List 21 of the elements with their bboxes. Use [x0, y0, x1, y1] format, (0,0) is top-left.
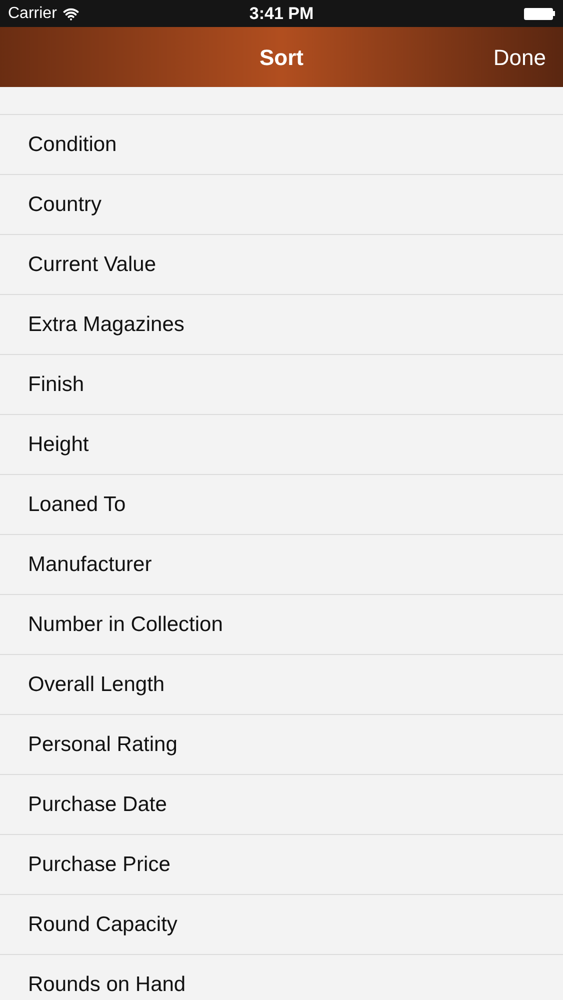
sort-option[interactable]: Rounds on Hand	[28, 968, 186, 1000]
nav-title: Sort	[260, 44, 304, 72]
status-time: 3:41 PM	[249, 2, 314, 25]
sort-option[interactable]: Number in Collection	[28, 608, 223, 640]
sort-option[interactable]: Round Capacity	[28, 908, 178, 940]
sort-option[interactable]: Country	[28, 188, 102, 220]
sort-option[interactable]: Manufacturer	[28, 548, 152, 580]
sort-option[interactable]: Loaned To	[28, 488, 126, 520]
done-button[interactable]: Done	[493, 40, 546, 74]
sort-option[interactable]: Condition	[28, 128, 117, 160]
sort-option[interactable]: Personal Rating	[28, 728, 178, 760]
sort-option[interactable]: Purchase Price	[28, 848, 170, 880]
battery-icon	[524, 8, 555, 20]
sort-option[interactable]: Overall Length	[28, 668, 165, 700]
wifi-icon	[62, 6, 79, 22]
sort-option[interactable]: Extra Magazines	[28, 308, 184, 340]
sort-option[interactable]: Finish	[28, 368, 84, 400]
sort-option[interactable]: Current Value	[28, 248, 156, 280]
sort-option[interactable]: Purchase Date	[28, 788, 167, 820]
sort-option[interactable]: Height	[28, 428, 89, 460]
carrier-label: Carrier	[8, 4, 57, 24]
